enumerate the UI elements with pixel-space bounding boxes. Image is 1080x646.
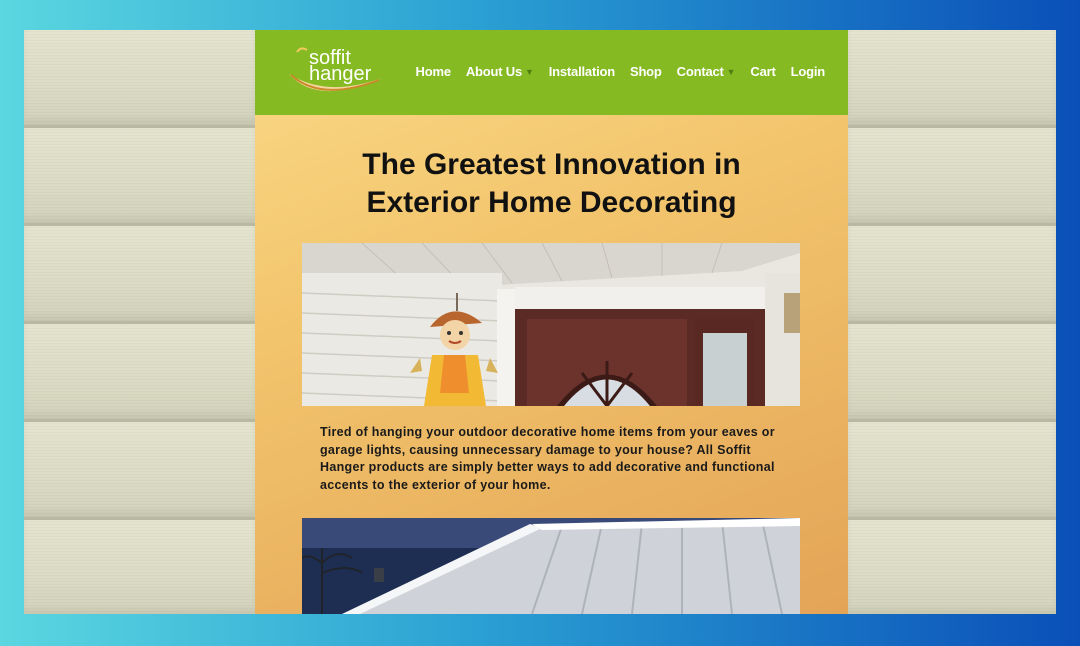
nav-installation-label: Installation — [548, 64, 615, 79]
nav-about-us[interactable]: About Us ▼ — [466, 64, 534, 79]
chevron-down-icon: ▼ — [726, 66, 736, 77]
hero-heading-line2: Exterior Home Decorating — [366, 186, 737, 219]
site-header: soffit hanger Home About Us ▼ Installati… — [255, 30, 848, 115]
nav-login[interactable]: Login — [790, 64, 826, 79]
logo-text-hanger: hanger — [309, 63, 372, 85]
soffit-hanger-logo[interactable]: soffit hanger — [287, 44, 387, 104]
intro-description: Tired of hanging your outdoor decorative… — [320, 425, 775, 492]
nav-cart-label: Cart — [750, 64, 776, 79]
nav-installation[interactable]: Installation — [549, 64, 615, 79]
porch-scarecrow-photo — [302, 243, 800, 406]
nav-home[interactable]: Home — [415, 64, 452, 79]
nav-cart[interactable]: Cart — [750, 64, 775, 79]
nav-contact-label: Contact — [676, 64, 724, 79]
soffit-hanger-photo — [302, 518, 800, 614]
hero-heading-line1: The Greatest Innovation in — [362, 148, 741, 181]
nav-shop[interactable]: Shop — [630, 64, 662, 79]
hero-heading: The Greatest Innovation in Exterior Home… — [255, 146, 848, 222]
main-navigation: Home About Us ▼ Installation Shop Contac… — [401, 64, 826, 79]
nav-home-label: Home — [415, 64, 452, 79]
website-panel: soffit hanger Home About Us ▼ Installati… — [255, 30, 848, 614]
chevron-down-icon: ▼ — [525, 66, 534, 77]
siding-background-right — [848, 30, 1056, 614]
nav-about-us-label: About Us — [465, 64, 523, 79]
nav-login-label: Login — [790, 64, 826, 79]
nav-shop-label: Shop — [629, 64, 662, 79]
nav-contact[interactable]: Contact ▼ — [677, 64, 736, 79]
siding-background-left — [24, 30, 255, 614]
